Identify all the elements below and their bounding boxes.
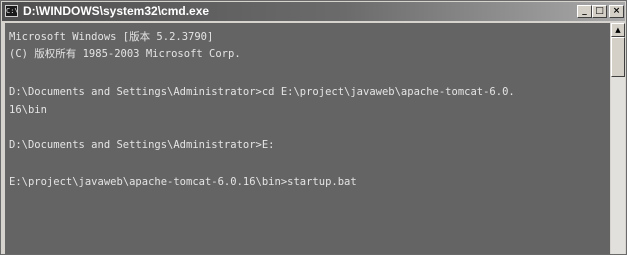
console-line: D:\Documents and Settings\Administrator>…	[9, 86, 515, 98]
console-line: E:\project\javaweb\apache-tomcat-6.0.16\…	[9, 176, 357, 188]
close-button[interactable]: ×	[609, 5, 624, 18]
window-title: D:\WINDOWS\system32\cmd.exe	[23, 4, 210, 18]
cmd-icon[interactable]: C:\	[5, 5, 18, 17]
console-line: 16\bin	[9, 104, 47, 116]
scroll-up-arrow-icon[interactable]: ▲	[611, 23, 625, 37]
console-output[interactable]: Microsoft Windows [版本 5.2.3790] (C) 版权所有…	[5, 23, 610, 254]
console-line: (C) 版权所有 1985-2003 Microsoft Corp.	[9, 48, 241, 60]
title-bar[interactable]: C:\ D:\WINDOWS\system32\cmd.exe _ □ ×	[2, 2, 625, 21]
vertical-scrollbar[interactable]: ▲	[611, 23, 625, 254]
console-line: D:\Documents and Settings\Administrator>…	[9, 139, 275, 151]
minimize-button[interactable]: _	[577, 5, 592, 18]
maximize-button[interactable]: □	[592, 5, 607, 18]
scrollbar-thumb[interactable]	[611, 37, 625, 77]
cmd-window: C:\ D:\WINDOWS\system32\cmd.exe _ □ × Mi…	[0, 0, 627, 255]
console-line: Microsoft Windows [版本 5.2.3790]	[9, 31, 214, 43]
